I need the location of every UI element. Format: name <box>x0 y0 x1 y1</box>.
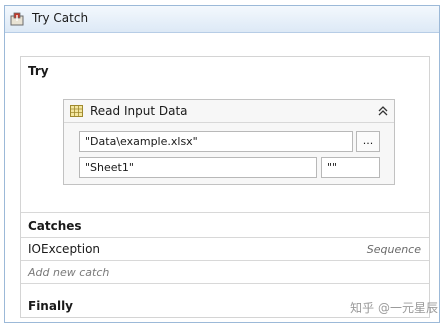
catches-label: Catches <box>28 219 82 233</box>
add-new-catch-link[interactable]: Add new catch <box>28 266 109 279</box>
catch-exception-type: IOException <box>28 242 101 256</box>
try-catch-body: Try Read Input Data "Data\example.xlsx" <box>20 56 430 318</box>
try-catch-container: Try Catch Try Read Input Data "Data\exam… <box>4 5 440 323</box>
read-input-data-activity[interactable]: Read Input Data "Data\example.xlsx" ... … <box>63 99 395 185</box>
catch-handler[interactable]: Sequence <box>367 243 421 256</box>
watermark: 知乎 @一元星辰 <box>350 301 438 315</box>
browse-button[interactable]: ... <box>356 131 380 152</box>
workbook-path-input[interactable]: "Data\example.xlsx" <box>79 131 353 152</box>
finally-divider <box>21 283 429 284</box>
chevron-double-up-icon[interactable] <box>377 105 389 117</box>
sheet-name-input[interactable]: "Sheet1" <box>79 157 317 178</box>
catches-divider-top <box>21 212 429 213</box>
title-bar[interactable]: Try Catch <box>5 6 439 33</box>
finally-label: Finally <box>28 299 73 313</box>
catch-row-divider <box>21 260 429 261</box>
activity-icon <box>10 12 24 26</box>
excel-read-icon <box>70 105 83 117</box>
try-label: Try <box>28 64 49 78</box>
catch-row[interactable]: IOException Sequence <box>21 238 429 260</box>
window-title: Try Catch <box>32 11 89 25</box>
range-input[interactable]: "" <box>321 157 380 178</box>
activity-header[interactable]: Read Input Data <box>64 100 394 123</box>
activity-title: Read Input Data <box>90 104 188 118</box>
